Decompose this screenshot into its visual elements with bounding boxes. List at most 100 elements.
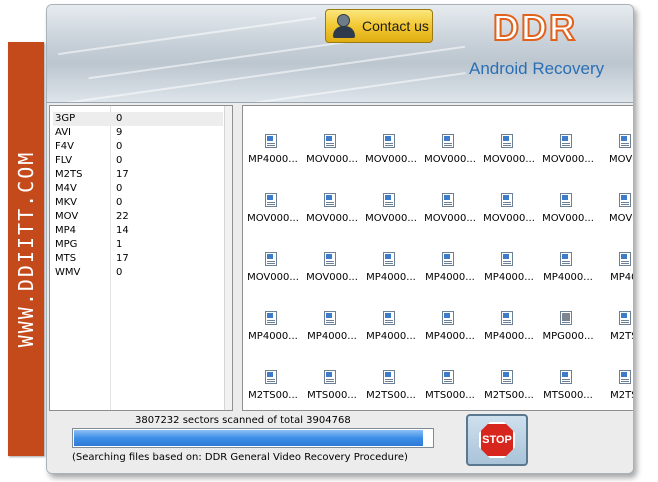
file-type-count: 9 [116,127,123,138]
file-type-ext: F4V [55,141,74,152]
recovered-file-item[interactable]: MP400 [597,252,633,292]
file-name: MOV000... [247,272,299,283]
recovered-file-item[interactable]: MOV00 [597,134,633,174]
video-file-icon [324,311,336,325]
file-name: M2TS0 [610,390,633,401]
video-file-icon [501,193,513,207]
list-scrollbar[interactable] [224,106,232,410]
file-type-row[interactable]: FLV 0 [53,154,223,168]
video-file-icon [383,252,395,266]
file-type-ext: MOV [55,211,79,222]
recovered-file-item[interactable]: MOV000... [361,193,419,233]
recovered-file-item[interactable]: MOV000... [538,134,596,174]
contact-us-button[interactable]: Contact us [325,9,433,43]
recovered-file-item[interactable]: MOV000... [243,252,301,292]
file-type-row[interactable]: MPG 1 [53,238,223,252]
file-type-row[interactable]: MKV 0 [53,196,223,210]
file-type-ext: AVI [55,127,71,138]
recovered-file-item[interactable]: MOV000... [302,252,360,292]
file-type-count: 0 [116,155,123,166]
file-type-row[interactable]: MOV 22 [53,210,223,224]
recovered-file-item[interactable]: MP4000... [420,311,478,351]
product-subtitle: Android Recovery [469,59,605,78]
recovered-file-item[interactable]: M2TS00... [479,370,537,410]
recovered-file-item[interactable]: MP4000... [361,311,419,351]
recovered-file-item[interactable]: MP4000... [243,311,301,351]
video-file-icon [501,311,513,325]
file-name: MOV000... [306,213,358,224]
video-file-icon [265,134,277,148]
recovered-file-item[interactable]: MOV000... [479,134,537,174]
file-type-row[interactable]: F4V 0 [53,140,223,154]
file-type-row[interactable]: M4V 0 [53,182,223,196]
recovered-file-item[interactable]: M2TS00... [243,370,301,410]
file-type-ext: M2TS [55,169,83,180]
stop-label: STOP [482,434,512,446]
video-file-icon [383,311,395,325]
recovered-file-item[interactable]: MOV000... [420,193,478,233]
recovered-file-item[interactable]: MTS000... [302,370,360,410]
scan-progress-bar [72,428,434,448]
recovered-file-item[interactable]: MOV000... [420,134,478,174]
video-file-icon [324,252,336,266]
file-name: MP4000... [248,331,298,342]
recovered-file-item[interactable]: MP4000... [538,252,596,292]
recovered-file-item[interactable]: MP4000... [361,252,419,292]
file-name: MTS000... [425,390,475,401]
recovered-file-item[interactable]: MOV00 [597,193,633,233]
video-file-icon [619,193,631,207]
recovered-file-item[interactable]: MOV000... [302,134,360,174]
file-type-ext: 3GP [55,113,76,124]
recovered-file-item[interactable]: MTS000... [538,370,596,410]
file-name: MP400 [610,272,633,283]
recovered-file-item[interactable]: MP4000... [420,252,478,292]
file-type-row[interactable]: MTS 17 [53,252,223,266]
recovered-file-item[interactable]: MP4000... [302,311,360,351]
video-file-icon [619,370,631,384]
recovered-file-item[interactable]: MP4000... [243,134,301,174]
file-type-ext: M4V [55,183,77,194]
file-type-row[interactable]: AVI 9 [53,126,223,140]
file-type-count: 1 [116,239,123,250]
file-type-row[interactable]: MP4 14 [53,224,223,238]
pane-splitter[interactable] [234,105,242,411]
recovered-file-item[interactable]: M2TS0 [597,370,633,410]
recovered-file-item[interactable]: MPG000... [538,311,596,351]
recovered-file-item[interactable]: MOV000... [302,193,360,233]
recovered-file-item[interactable]: MOV000... [361,134,419,174]
video-file-icon [324,134,336,148]
file-type-ext: MKV [55,197,78,208]
recovered-files-grid[interactable]: MP4000... MOV000... MOV000... MOV000... MOV0… [242,105,633,411]
file-type-count: 17 [116,169,129,180]
file-type-ext: MTS [55,253,77,264]
recovered-file-item[interactable]: MOV000... [243,193,301,233]
video-file-icon [501,134,513,148]
stop-button[interactable]: STOP [466,414,528,466]
file-type-row[interactable]: M2TS 17 [53,168,223,182]
file-type-count: 0 [116,267,123,278]
file-name: MP4000... [484,272,534,283]
file-type-row[interactable]: WMV 0 [53,266,223,280]
file-name: MOV000... [365,213,417,224]
file-name: MOV000... [306,272,358,283]
recovered-file-item[interactable]: MP4000... [479,252,537,292]
recovered-file-item[interactable]: MOV000... [479,193,537,233]
file-type-list[interactable]: 3GP 0 AVI 9 F4V 0 FLV 0 M2TS 17 M4V 0 MKV 0 MOV 22 MP4 14… [49,105,233,411]
file-type-ext: WMV [55,267,81,278]
file-name: MP4000... [543,272,593,283]
recovered-file-item[interactable]: M2TS0 [597,311,633,351]
file-type-count: 17 [116,253,129,264]
video-file-icon [442,252,454,266]
person-icon [332,13,356,39]
video-file-icon [442,311,454,325]
file-name: MP4000... [366,272,416,283]
recovered-file-item[interactable]: MTS000... [420,370,478,410]
recovered-file-item[interactable]: MOV000... [538,193,596,233]
file-name: M2TS00... [248,390,298,401]
recovered-file-item[interactable]: MP4000... [479,311,537,351]
video-file-icon [442,193,454,207]
file-type-count: 0 [116,197,123,208]
video-file-icon [560,193,572,207]
recovered-file-item[interactable]: M2TS00... [361,370,419,410]
file-type-row[interactable]: 3GP 0 [53,112,223,126]
